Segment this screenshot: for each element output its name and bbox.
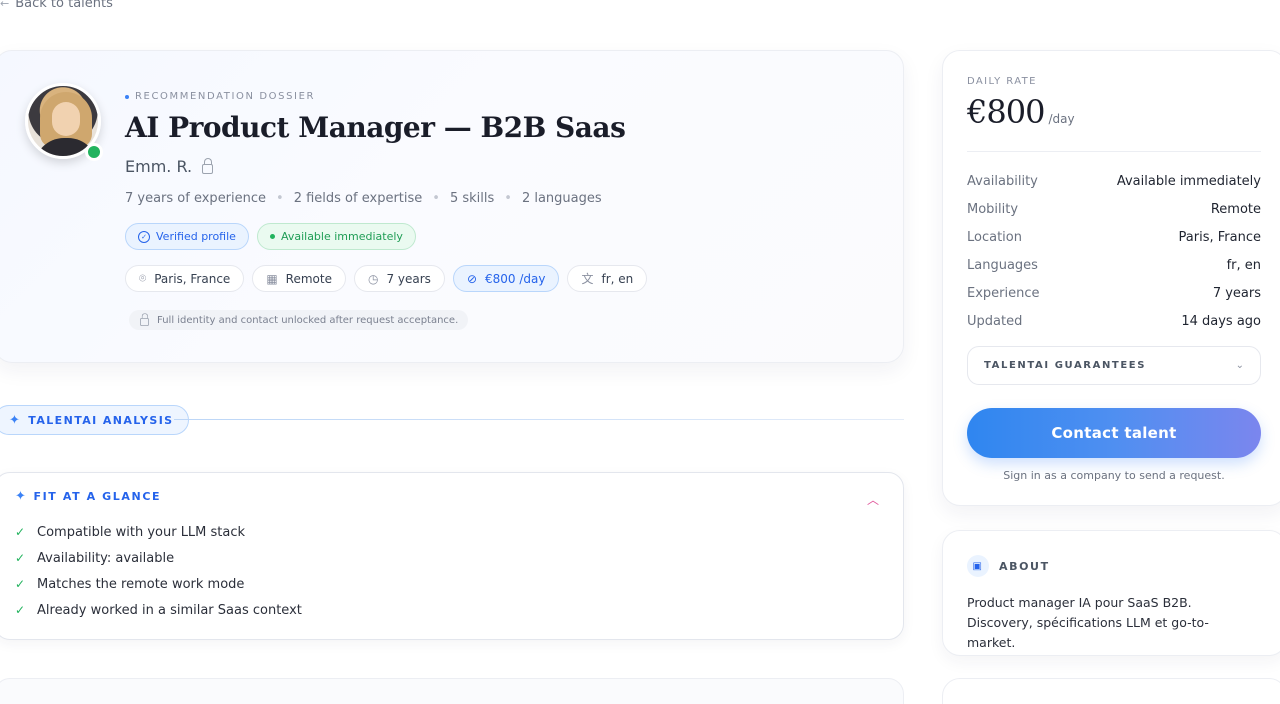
detail-row-languages: Languages fr, en [967, 257, 1261, 273]
chevron-up-icon[interactable]: ︿ [867, 491, 879, 508]
fit-at-a-glance-card: ✦ FIT AT A GLANCE ︿ ✓ Compatible with you… [0, 472, 904, 640]
list-item: ✓ Compatible with your LLM stack [15, 524, 246, 540]
talent-name: Emm. R. [125, 157, 214, 176]
back-link-label: Back to talents [15, 0, 113, 11]
lock-icon [202, 157, 214, 174]
about-text: Product manager IA pour SaaS B2B. Discov… [967, 595, 1209, 650]
check-icon: ✓ [15, 551, 26, 565]
map-pin-icon: ⌾ [139, 271, 147, 285]
page-title: AI Product Manager — B2B Saas [125, 111, 626, 144]
detail-row-mobility: Mobility Remote [967, 201, 1261, 217]
detail-row-availability: Availability Available immediately [967, 173, 1261, 189]
check-icon: ✓ [15, 525, 26, 539]
eyebrow-label: RECOMMENDATION DOSSIER [135, 91, 316, 102]
profile-stats: 7 years of experience • 2 fields of expe… [125, 191, 602, 206]
section-divider [174, 419, 904, 420]
check-icon: ✓ [15, 603, 26, 617]
check-circle-icon: ✓ [138, 230, 150, 243]
fit-header[interactable]: ✦ FIT AT A GLANCE [15, 489, 161, 504]
detail-list: Availability Available immediately Mobil… [967, 167, 1261, 335]
rate-card: DAILY RATE €800 /day Availability Availa… [942, 50, 1280, 506]
rate-unit: /day [1048, 112, 1075, 126]
rate-label: DAILY RATE [967, 76, 1037, 87]
work-mode-chip: ▦ Remote [252, 265, 346, 292]
talent-name-text: Emm. R. [125, 157, 193, 176]
profile-chips: ⌾ Paris, France ▦ Remote ◷ 7 years ⊘ €80… [125, 265, 648, 292]
sparkle-icon: ✦ [9, 412, 22, 428]
sparkle-icon: ✦ [15, 489, 28, 504]
rate-amount: €800 [967, 93, 1045, 131]
available-badge: Available immediately [256, 223, 416, 250]
stat-experience: 7 years of experience [125, 191, 267, 206]
contact-talent-button[interactable]: Contact talent [967, 408, 1261, 458]
translate-icon: 文 [581, 272, 594, 286]
back-to-talents-link[interactable]: ← Back to talents [0, 0, 113, 11]
chevron-down-icon: ⌄ [1235, 360, 1244, 371]
online-status-dot [85, 143, 103, 161]
check-icon: ✓ [15, 577, 26, 591]
briefcase-icon: ▣ [967, 555, 989, 577]
dot-icon [125, 94, 129, 99]
rate-value: €800 /day [967, 93, 1075, 131]
lock-icon [140, 312, 149, 326]
signin-note: Sign in as a company to send a request. [1003, 469, 1225, 482]
fit-list: ✓ Compatible with your LLM stack ✓ Availab… [15, 519, 302, 623]
detail-row-location: Location Paris, France [967, 229, 1261, 245]
list-item: ✓ Matches the remote work mode [15, 576, 245, 592]
avatar [25, 83, 103, 161]
stat-languages: 2 languages [521, 191, 602, 206]
talentai-analysis-label: ✦ TALENTAI ANALYSIS [0, 405, 189, 435]
clock-icon: ◷ [367, 271, 379, 286]
divider [967, 151, 1261, 152]
check-circle-icon: ⊘ [466, 271, 477, 286]
list-item: ✓ Availability: available [15, 550, 175, 566]
stat-fields: 2 fields of expertise [293, 191, 423, 206]
experience-chip: ◷ 7 years [353, 265, 445, 292]
location-chip: ⌾ Paris, France [125, 265, 245, 292]
profile-badges: ✓ Verified profile Available immediately [125, 223, 416, 250]
status-dot-icon [269, 234, 275, 239]
about-header: ▣ ABOUT [967, 555, 1050, 577]
identity-notice: Full identity and contact unlocked after… [129, 310, 469, 330]
about-card: ▣ ABOUT Product manager IA pour SaaS B2B… [942, 530, 1280, 656]
next-sidebar-card [942, 678, 1280, 704]
languages-chip: 文 fr, en [567, 265, 648, 292]
arrow-left-icon: ← [0, 0, 10, 10]
verified-badge: ✓ Verified profile [125, 223, 249, 250]
building-icon: ▦ [266, 271, 278, 286]
guarantees-accordion[interactable]: TALENTAI GUARANTEES ⌄ [967, 346, 1261, 385]
list-item: ✓ Already worked in a similar Saas contex… [15, 602, 302, 618]
dossier-eyebrow: RECOMMENDATION DOSSIER [125, 91, 315, 102]
detail-row-updated: Updated 14 days ago [967, 313, 1261, 329]
profile-card: RECOMMENDATION DOSSIER AI Product Manage… [0, 50, 904, 363]
detail-row-experience: Experience 7 years [967, 285, 1261, 301]
stat-skills: 5 skills [449, 191, 495, 206]
rate-chip: ⊘ €800 /day [452, 265, 560, 292]
next-section-card [0, 678, 904, 704]
